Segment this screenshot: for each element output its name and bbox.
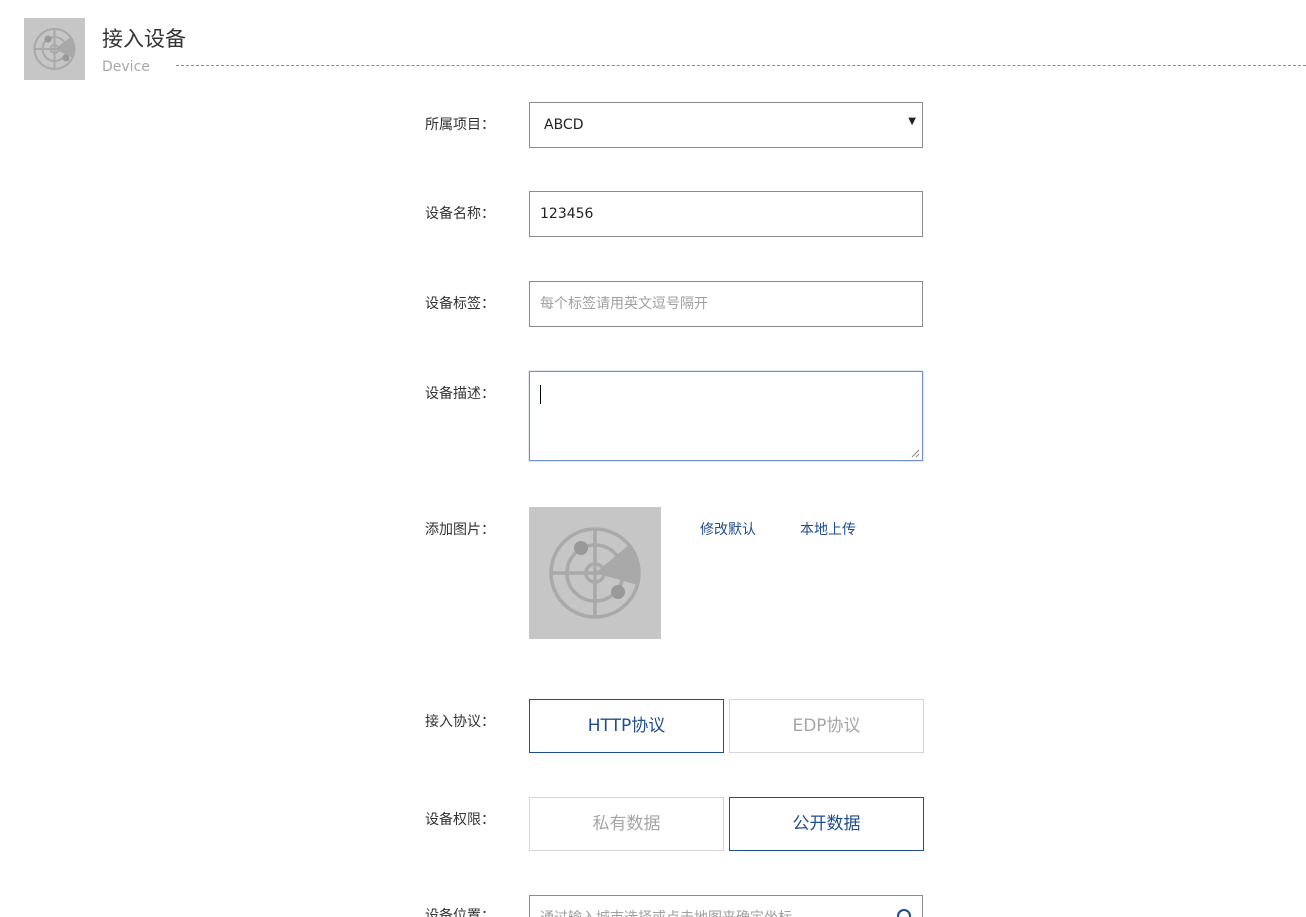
permission-label: 设备权限： [425,812,495,828]
dropdown-arrow-icon: ▼ [908,116,916,127]
page-title: 接入设备 [102,27,186,51]
device-description-label: 设备描述： [425,386,495,402]
device-name-value: 123456 [540,206,594,222]
search-icon[interactable] [896,908,914,917]
modify-default-link[interactable]: 修改默认 [700,520,756,540]
device-tags-input[interactable]: 每个标签请用英文逗号隔开 [529,281,923,327]
device-description-textarea[interactable] [529,371,923,461]
location-input[interactable]: 通过输入城市选择或点击地图来确定坐标 [529,895,923,917]
location-placeholder: 通过输入城市选择或点击地图来确定坐标 [540,908,792,917]
radar-icon [549,527,641,619]
text-caret [540,385,541,404]
header-divider [176,65,1306,66]
device-tags-placeholder: 每个标签请用英文逗号隔开 [540,296,708,312]
location-label: 设备位置： [425,908,495,917]
local-upload-link[interactable]: 本地上传 [800,520,856,540]
project-select-value: ABCD [544,117,584,133]
device-tags-label: 设备标签： [425,296,495,312]
page-subtitle: Device [102,59,150,75]
radar-icon [24,18,85,80]
protocol-label: 接入协议： [425,714,495,730]
public-data-button[interactable]: 公开数据 [729,797,924,851]
resize-grip-icon[interactable] [911,449,920,458]
edp-protocol-button[interactable]: EDP协议 [729,699,924,753]
device-name-label: 设备名称： [425,206,495,222]
private-data-button[interactable]: 私有数据 [529,797,724,851]
http-protocol-button[interactable]: HTTP协议 [529,699,724,753]
project-select[interactable]: ABCD ▼ [529,102,923,148]
device-name-input[interactable]: 123456 [529,191,923,237]
device-image-preview [529,507,661,639]
page: 接入设备 Device 所属项目： ABCD ▼ 设备名称： 123456 设备… [0,0,1306,917]
project-label: 所属项目： [425,117,495,133]
add-image-label: 添加图片： [425,522,495,538]
